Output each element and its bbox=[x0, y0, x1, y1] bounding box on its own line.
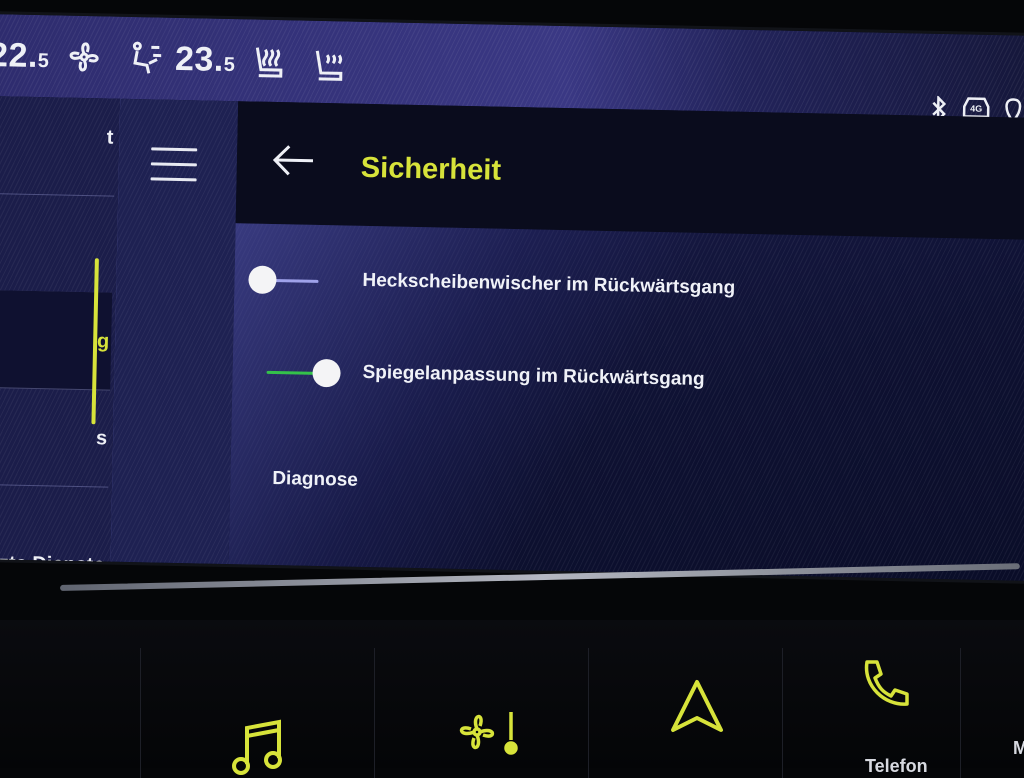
phone-icon bbox=[864, 660, 909, 706]
hamburger-menu-button[interactable] bbox=[150, 147, 198, 184]
menu-icon-line bbox=[150, 177, 197, 182]
navigation-button[interactable] bbox=[588, 648, 783, 778]
page-header: Sicherheit bbox=[235, 101, 1024, 240]
setting-row-rear-wiper[interactable]: Heckscheibenwischer im Rückwärtsgang bbox=[234, 249, 995, 325]
setting-label: Spiegelanpassung im Rückwärtsgang bbox=[362, 361, 705, 391]
menu-icon bbox=[151, 147, 198, 152]
sidebar-item-label: t bbox=[106, 126, 114, 149]
driver-temp-decimal: 5 bbox=[37, 50, 50, 73]
phone-button[interactable]: Telefon bbox=[782, 648, 961, 778]
diagnose-item[interactable]: Diagnose bbox=[272, 468, 358, 492]
menu-column bbox=[110, 98, 239, 565]
setting-label: Heckscheibenwischer im Rückwärtsgang bbox=[362, 269, 736, 299]
fan-temperature-icon bbox=[459, 712, 518, 755]
toggle-knob bbox=[248, 265, 277, 295]
back-arrow-icon[interactable] bbox=[271, 142, 318, 184]
passenger-temp-value: 23. bbox=[174, 39, 225, 79]
4g-badge: 4G bbox=[970, 104, 982, 114]
settings-content: Heckscheibenwischer im Rückwärtsgang Spi… bbox=[228, 223, 1024, 581]
partial-label: M bbox=[1013, 738, 1024, 758]
sidebar-item[interactable]: t bbox=[0, 95, 117, 197]
seat-heat-icon[interactable] bbox=[251, 43, 288, 80]
more-button[interactable]: M bbox=[960, 648, 1024, 778]
menu-icon-line bbox=[150, 162, 197, 167]
seat-heat-icon[interactable] bbox=[311, 47, 348, 84]
sidebar-item-label: zte Dienste bbox=[0, 552, 105, 577]
sidebar-item-label: g bbox=[96, 330, 110, 353]
media-button[interactable] bbox=[140, 648, 375, 778]
music-note-icon bbox=[232, 719, 282, 775]
driver-temp-value: 22. bbox=[0, 35, 39, 76]
air-flow-icon[interactable] bbox=[125, 39, 166, 78]
sidebar-item-services[interactable]: zte Dienste bbox=[0, 484, 108, 581]
rear-wiper-toggle[interactable] bbox=[248, 265, 325, 297]
toggle-knob bbox=[312, 358, 341, 388]
navigation-arrow-icon bbox=[671, 680, 723, 732]
driver-temperature[interactable]: 22.5 bbox=[0, 36, 50, 76]
passenger-temp-decimal: 5 bbox=[223, 53, 236, 77]
setting-row-mirror-adjust[interactable]: Spiegelanpassung im Rückwärtsgang bbox=[252, 342, 1013, 418]
infotainment-screen: 22.5 23.5 4G t g s zte Dienste Sicherhei… bbox=[0, 14, 1024, 581]
mirror-adjust-toggle[interactable] bbox=[266, 358, 343, 390]
passenger-temperature[interactable]: 23.5 bbox=[175, 40, 236, 80]
climate-button[interactable] bbox=[374, 648, 589, 778]
hard-key-dock: Telefon M bbox=[0, 620, 1024, 778]
page-title: Sicherheit bbox=[360, 151, 502, 187]
sidebar-item-label: s bbox=[95, 427, 108, 450]
fan-icon[interactable] bbox=[65, 38, 104, 77]
telefon-label: Telefon bbox=[865, 756, 928, 776]
settings-sidebar: t g s zte Dienste bbox=[0, 95, 123, 577]
